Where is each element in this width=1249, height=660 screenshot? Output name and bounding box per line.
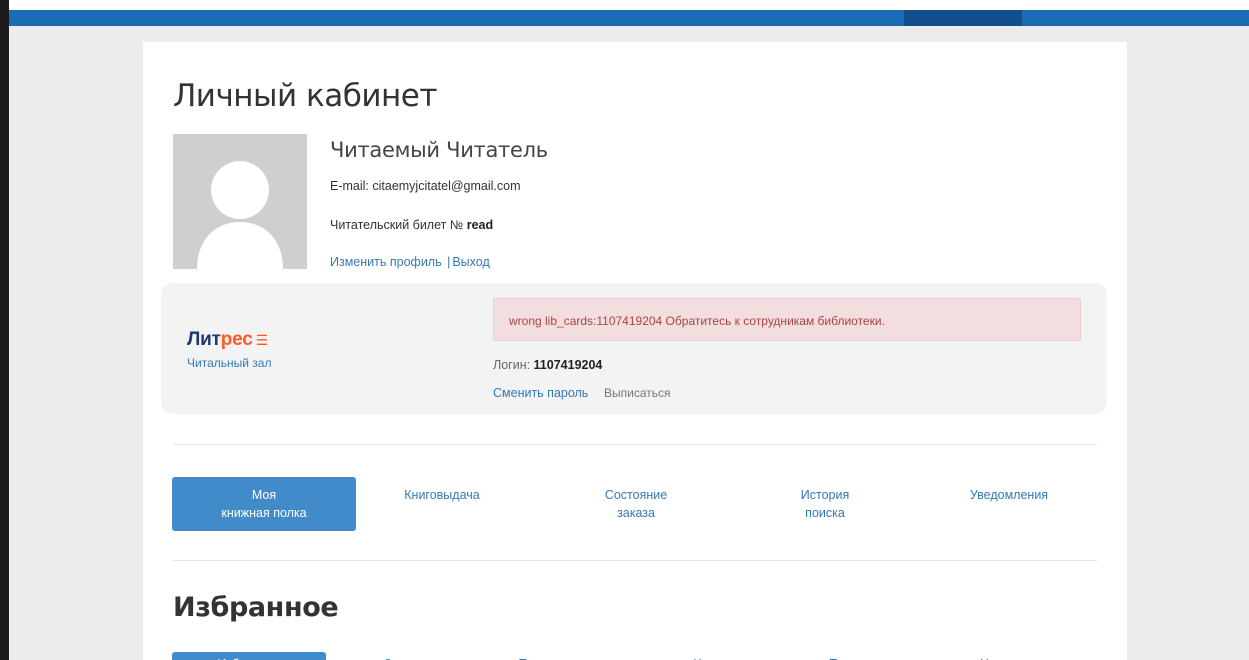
- tab-order-status[interactable]: Состояние заказа: [566, 477, 706, 531]
- litres-lines-icon: ☰: [255, 332, 269, 348]
- user-avatar: [173, 134, 307, 269]
- profile-links: Изменить профиль | Выход: [330, 255, 490, 269]
- subtab-read-later[interactable]: Прочту позже: [488, 652, 628, 660]
- page-title: Личный кабинет: [173, 78, 437, 114]
- logout-link[interactable]: Выход: [452, 255, 489, 269]
- litres-login: Логин: 1107419204: [493, 358, 602, 372]
- tab-my-bookshelf[interactable]: Моя книжная полка: [172, 477, 356, 531]
- change-password-link[interactable]: Сменить пароль: [493, 386, 588, 400]
- user-silhouette-icon: [173, 134, 307, 269]
- library-card-number: Читательский билет № read: [330, 218, 493, 232]
- library-card-value: read: [466, 218, 494, 232]
- litres-logo[interactable]: Литрес ☰: [187, 329, 268, 351]
- top-navbar: [9, 10, 1249, 26]
- subtab-favorites[interactable]: Избранное: [172, 652, 326, 660]
- library-card-label: Читательский билет №: [330, 218, 467, 232]
- tab-book-loans[interactable]: Книговыдача: [372, 477, 512, 531]
- subtab-finished[interactable]: Прочитано: [800, 652, 920, 660]
- tab-search-history[interactable]: История поиска: [755, 477, 895, 531]
- login-label: Логин:: [493, 358, 534, 372]
- tab-notifications[interactable]: Уведомления: [939, 477, 1079, 531]
- subtab-reading[interactable]: Читаю: [662, 652, 762, 660]
- divider: [173, 444, 1097, 445]
- navbar-active-item[interactable]: [904, 10, 1022, 26]
- subtab-orders[interactable]: Заказы: [350, 652, 460, 660]
- favorites-title: Избранное: [173, 592, 339, 623]
- edit-profile-link[interactable]: Изменить профиль: [330, 255, 442, 269]
- unsubscribe-link[interactable]: Выписаться: [604, 386, 671, 400]
- user-name: Читаемый Читатель: [330, 138, 548, 162]
- reading-room-link[interactable]: Читальный зал: [187, 356, 271, 370]
- divider: [173, 560, 1097, 561]
- subtab-not-interested[interactable]: Не интересно: [960, 652, 1080, 660]
- error-alert: wrong lib_cards:1107419204 Обратитесь к …: [493, 298, 1081, 341]
- window-frame-edge: [0, 0, 9, 660]
- user-email: E-mail: citaemyjcitatel@gmail.com: [330, 179, 521, 193]
- login-value: 1107419204: [533, 358, 603, 372]
